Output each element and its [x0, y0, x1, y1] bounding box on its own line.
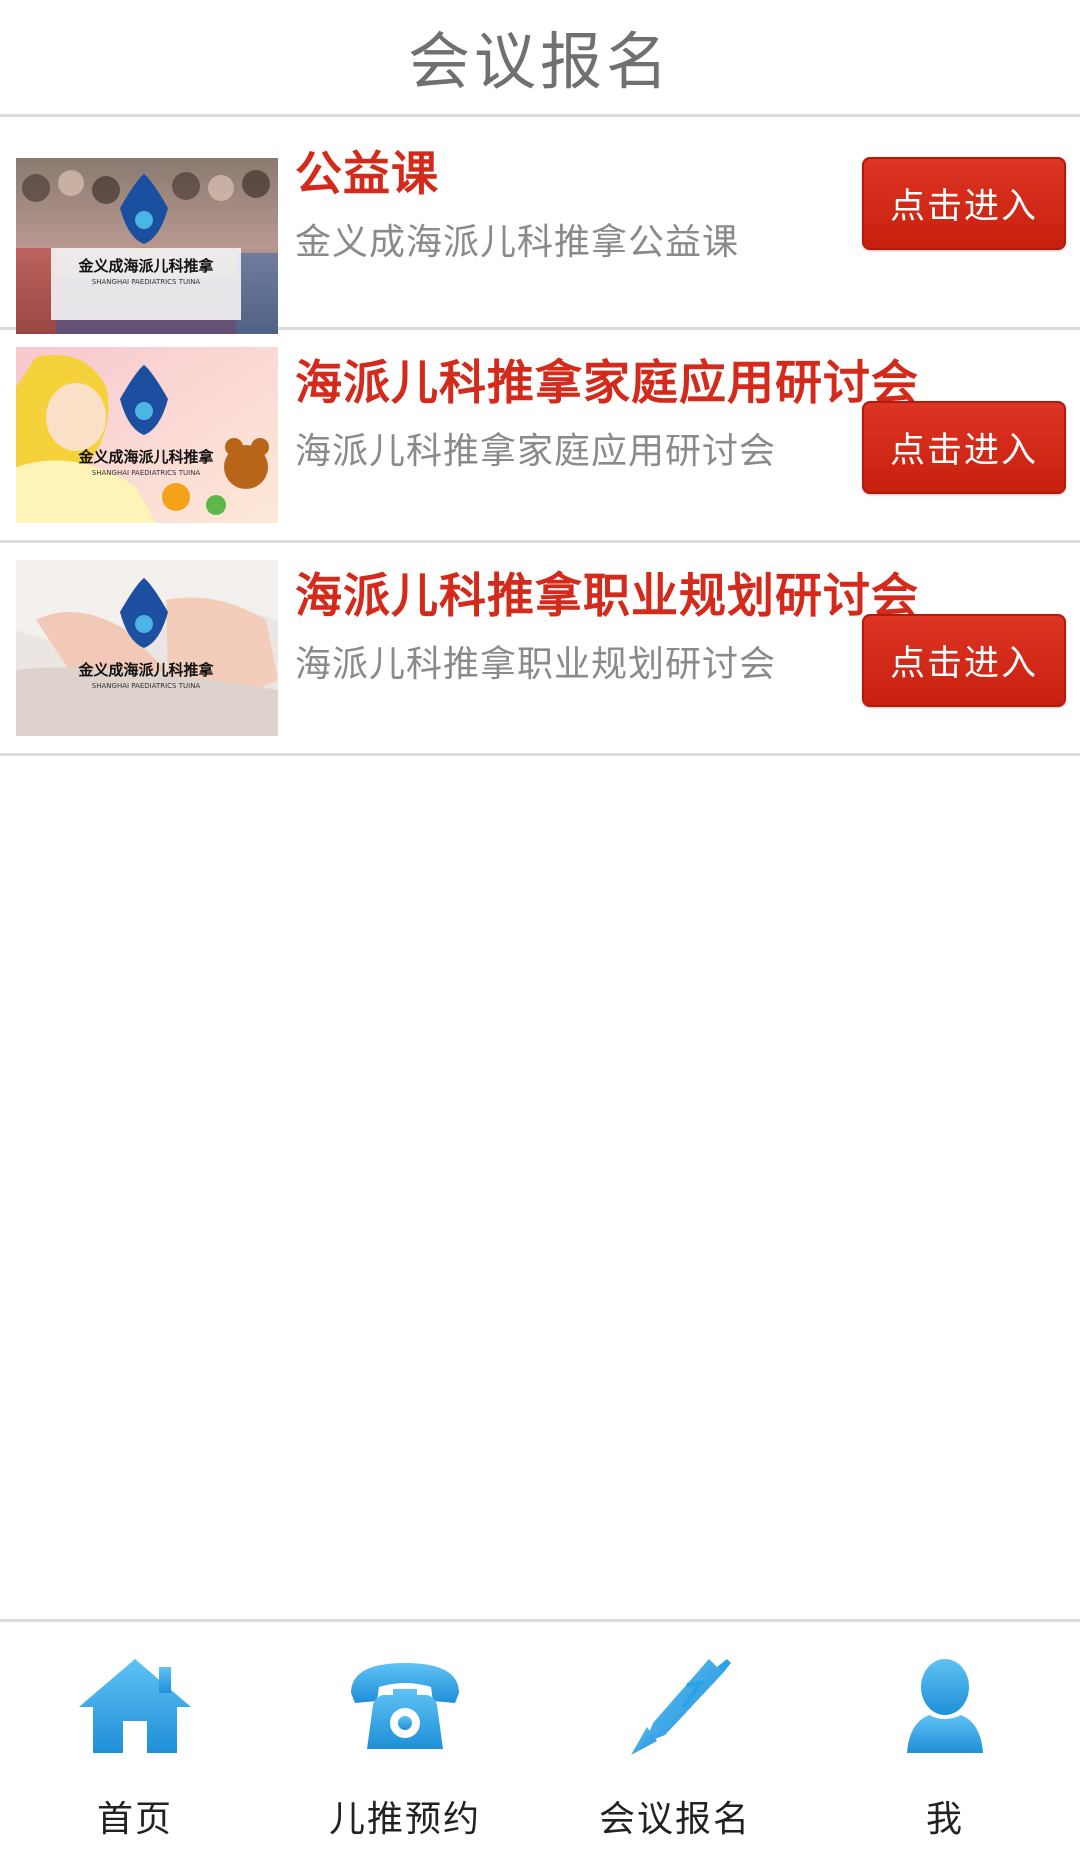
meeting-subtitle: 金义成海派儿科推拿公益课	[295, 222, 740, 263]
user-icon	[887, 1657, 1003, 1761]
hands-massage-thumbnail: 金义成海派儿科推拿 SHANGHAI PAEDIATRICS TUINA	[16, 560, 278, 736]
meeting-subtitle: 海派儿科推拿家庭应用研讨会	[295, 431, 777, 472]
pen-icon	[617, 1657, 733, 1761]
tab-child-booking[interactable]: 儿推预约	[270, 1622, 540, 1855]
svg-text:SHANGHAI PAEDIATRICS TUINA: SHANGHAI PAEDIATRICS TUINA	[92, 278, 201, 286]
meeting-title: 公益课	[295, 147, 439, 202]
crowd-photo-thumbnail: 金义成海派儿科推拿 SHANGHAI PAEDIATRICS TUINA	[16, 158, 278, 334]
meeting-list: 金义成海派儿科推拿 SHANGHAI PAEDIATRICS TUINA 公益课…	[0, 117, 1080, 756]
tab-me[interactable]: 我	[810, 1622, 1080, 1855]
meeting-subtitle: 海派儿科推拿职业规划研讨会	[295, 644, 777, 685]
tab-child-booking-label: 儿推预约	[328, 1799, 481, 1840]
telephone-icon	[347, 1657, 463, 1761]
header-bar: 会议报名	[0, 0, 1080, 117]
svg-text:金义成海派儿科推拿: 金义成海派儿科推拿	[77, 448, 214, 466]
meeting-row[interactable]: 金义成海派儿科推拿 SHANGHAI PAEDIATRICS TUINA 海派儿…	[0, 330, 1080, 543]
meeting-thumbnail: 金义成海派儿科推拿 SHANGHAI PAEDIATRICS TUINA	[16, 347, 278, 523]
meeting-thumbnail: 金义成海派儿科推拿 SHANGHAI PAEDIATRICS TUINA	[16, 560, 278, 736]
tab-home-label: 首页	[96, 1799, 173, 1840]
enter-button[interactable]: 点击进入	[862, 157, 1066, 250]
svg-text:SHANGHAI PAEDIATRICS TUINA: SHANGHAI PAEDIATRICS TUINA	[92, 682, 201, 690]
tab-me-label: 我	[925, 1799, 964, 1840]
meeting-row[interactable]: 金义成海派儿科推拿 SHANGHAI PAEDIATRICS TUINA 海派儿…	[0, 543, 1080, 756]
tab-meeting-signup-label: 会议报名	[598, 1799, 751, 1840]
enter-button[interactable]: 点击进入	[862, 401, 1066, 494]
page-title: 会议报名	[407, 25, 672, 98]
svg-text:SHANGHAI PAEDIATRICS TUINA: SHANGHAI PAEDIATRICS TUINA	[92, 469, 201, 477]
meeting-thumbnail: 金义成海派儿科推拿 SHANGHAI PAEDIATRICS TUINA	[16, 158, 278, 334]
meeting-title: 海派儿科推拿家庭应用研讨会	[295, 356, 919, 411]
mother-baby-thumbnail: 金义成海派儿科推拿 SHANGHAI PAEDIATRICS TUINA	[16, 347, 278, 523]
meeting-row[interactable]: 金义成海派儿科推拿 SHANGHAI PAEDIATRICS TUINA 公益课…	[0, 117, 1080, 334]
meeting-title: 海派儿科推拿职业规划研讨会	[295, 569, 919, 624]
svg-text:金义成海派儿科推拿: 金义成海派儿科推拿	[77, 257, 214, 275]
tab-home[interactable]: 首页	[0, 1622, 270, 1855]
svg-text:金义成海派儿科推拿: 金义成海派儿科推拿	[77, 661, 214, 679]
home-icon	[77, 1657, 193, 1761]
bottom-tab-bar: 首页 儿推预约 会议报名 我	[0, 1619, 1080, 1855]
enter-button[interactable]: 点击进入	[862, 614, 1066, 707]
tab-meeting-signup[interactable]: 会议报名	[540, 1622, 810, 1855]
